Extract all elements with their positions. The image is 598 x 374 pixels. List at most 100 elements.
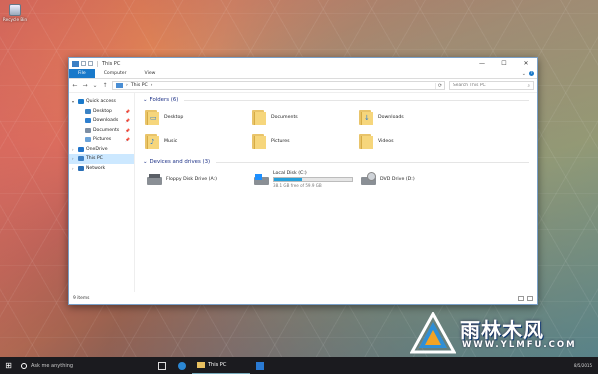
navigation-pane: ▾ Quick access Desktop 📌 Downloads 📌 Documents… [69,93,135,292]
pin-icon: 📌 [125,108,130,114]
network-icon [78,165,84,171]
recent-locations-icon[interactable]: ⌄ [92,82,98,89]
folder-music[interactable]: ♪ Music [145,131,252,151]
nav-item-pictures[interactable]: Pictures 📌 [69,135,134,145]
desktop-icon-recycle-bin[interactable]: Recycle Bin [2,4,28,22]
drive-info: Floppy Disk Drive (A:) [166,177,217,182]
folder-downloads[interactable]: ↓ Downloads [359,107,466,127]
back-button[interactable]: ← [72,82,78,89]
this-pc-icon [78,156,84,162]
folder-documents[interactable]: Documents [252,107,359,127]
minimize-button[interactable]: — [471,58,493,69]
drive-dvd[interactable]: DVD Drive (D:) [361,169,468,189]
forward-button[interactable]: → [82,82,88,89]
details-view-icon[interactable] [518,295,524,301]
chevron-right-icon[interactable]: › [72,166,76,171]
nav-item-label: Downloads [93,118,119,124]
nav-item-downloads[interactable]: Downloads 📌 [69,116,134,126]
search-box[interactable]: ⌕ [449,81,534,90]
folder-label: Music [164,138,178,144]
folder-desktop[interactable]: ▭ Desktop [145,107,252,127]
nav-item-this-pc[interactable]: › This PC [69,154,134,164]
search-input[interactable] [453,83,528,88]
address-segment[interactable]: This PC [131,83,148,88]
taskbar-explorer-button[interactable]: This PC [192,357,250,374]
close-button[interactable]: ✕ [515,58,537,69]
drive-info: Local Disk (C:) 38.1 GB free of 59.9 GB [273,171,353,188]
documents-icon [85,127,91,133]
watermark-url: WWW.YLMFU.COM [462,340,577,350]
chevron-down-icon[interactable]: ▾ [72,99,76,104]
group-title: Devices and drives (3) [149,159,211,165]
tab-computer[interactable]: Computer [95,69,136,78]
nav-item-documents[interactable]: Documents 📌 [69,126,134,136]
cortana-search[interactable]: Ask me anything [17,357,152,374]
folders-grid: ▭ Desktop Documents ↓ Downloads ♪ Music Picture… [145,107,529,151]
drive-label: Local Disk (C:) [273,170,307,176]
drive-disk[interactable]: Local Disk (C:) 38.1 GB free of 59.9 GB [254,169,361,189]
large-icons-view-icon[interactable] [527,295,533,301]
nav-item-label: Desktop [93,108,112,114]
drive-label: Floppy Disk Drive (A:) [166,176,217,182]
pin-icon: 📌 [125,137,130,143]
edge-button[interactable] [172,357,192,374]
nav-item-quick-access[interactable]: ▾ Quick access [69,97,134,107]
drives-group-header[interactable]: ⌄ Devices and drives (3) [143,157,529,167]
new-folder-quick-icon[interactable] [88,61,93,66]
explorer-body: ▾ Quick access Desktop 📌 Downloads 📌 Documents… [69,93,537,292]
view-switcher [518,295,533,301]
folder-label: Pictures [271,138,290,144]
desktop-folder-icon: ▭ [145,109,160,125]
drives-grid: Floppy Disk Drive (A:) Local Disk (C:) 38.… [147,169,529,189]
maximize-button[interactable]: ☐ [493,58,515,69]
chevron-right-icon[interactable]: › [72,147,76,152]
window-controls: — ☐ ✕ [471,58,537,69]
store-button[interactable] [250,357,270,374]
star-icon [78,99,84,105]
address-bar[interactable]: › This PC › ⟳ [112,81,445,90]
address-separator: › [126,83,128,88]
help-icon[interactable]: ? [529,71,534,76]
tab-file[interactable]: File [69,69,95,78]
up-button[interactable]: ↑ [102,82,108,89]
edge-icon [178,361,186,370]
properties-quick-icon[interactable] [81,61,86,66]
nav-item-onedrive[interactable]: › OneDrive [69,145,134,155]
title-bar[interactable]: This PC — ☐ ✕ [69,58,537,69]
system-tray[interactable]: 8/5/2015 [574,363,598,368]
documents-folder-icon [252,109,267,125]
drive-label: DVD Drive (D:) [380,176,415,182]
chevron-right-icon[interactable]: › [72,156,76,161]
downloads-folder-icon: ↓ [359,109,374,125]
task-view-button[interactable] [152,357,172,374]
file-explorer-icon [197,362,205,368]
nav-item-network[interactable]: › Network [69,164,134,174]
folder-label: Videos [378,138,394,144]
chevron-down-icon: ⌄ [143,159,148,165]
start-button[interactable]: ⊞ [0,357,17,374]
drive-floppy[interactable]: Floppy Disk Drive (A:) [147,169,254,189]
nav-item-label: Quick access [86,99,116,105]
divider [97,60,98,67]
divider [184,99,529,101]
pictures-folder-icon [252,133,267,149]
window-title: This PC [102,60,121,67]
item-count: 9 items [73,295,90,301]
ribbon-tabs: File Computer View ⌄ ? [69,69,537,79]
nav-item-label: Pictures [93,137,112,143]
folder-videos[interactable]: Videos [359,131,466,151]
music-folder-icon: ♪ [145,133,160,149]
folders-group-header[interactable]: ⌄ Folders (6) [143,95,529,105]
this-pc-icon [72,60,79,67]
expand-ribbon-icon[interactable]: ⌄ [522,71,526,77]
nav-item-desktop[interactable]: Desktop 📌 [69,107,134,117]
status-bar: 9 items [69,292,537,304]
pictures-icon [85,137,91,143]
folder-pictures[interactable]: Pictures [252,131,359,151]
content-pane: ⌄ Folders (6) ▭ Desktop Documents ↓ Download… [135,93,537,292]
dvd-drive-icon [361,171,376,185]
refresh-icon[interactable]: ⟳ [435,82,444,89]
videos-folder-icon [359,133,374,149]
tab-view[interactable]: View [136,69,165,78]
this-pc-icon [116,83,123,88]
